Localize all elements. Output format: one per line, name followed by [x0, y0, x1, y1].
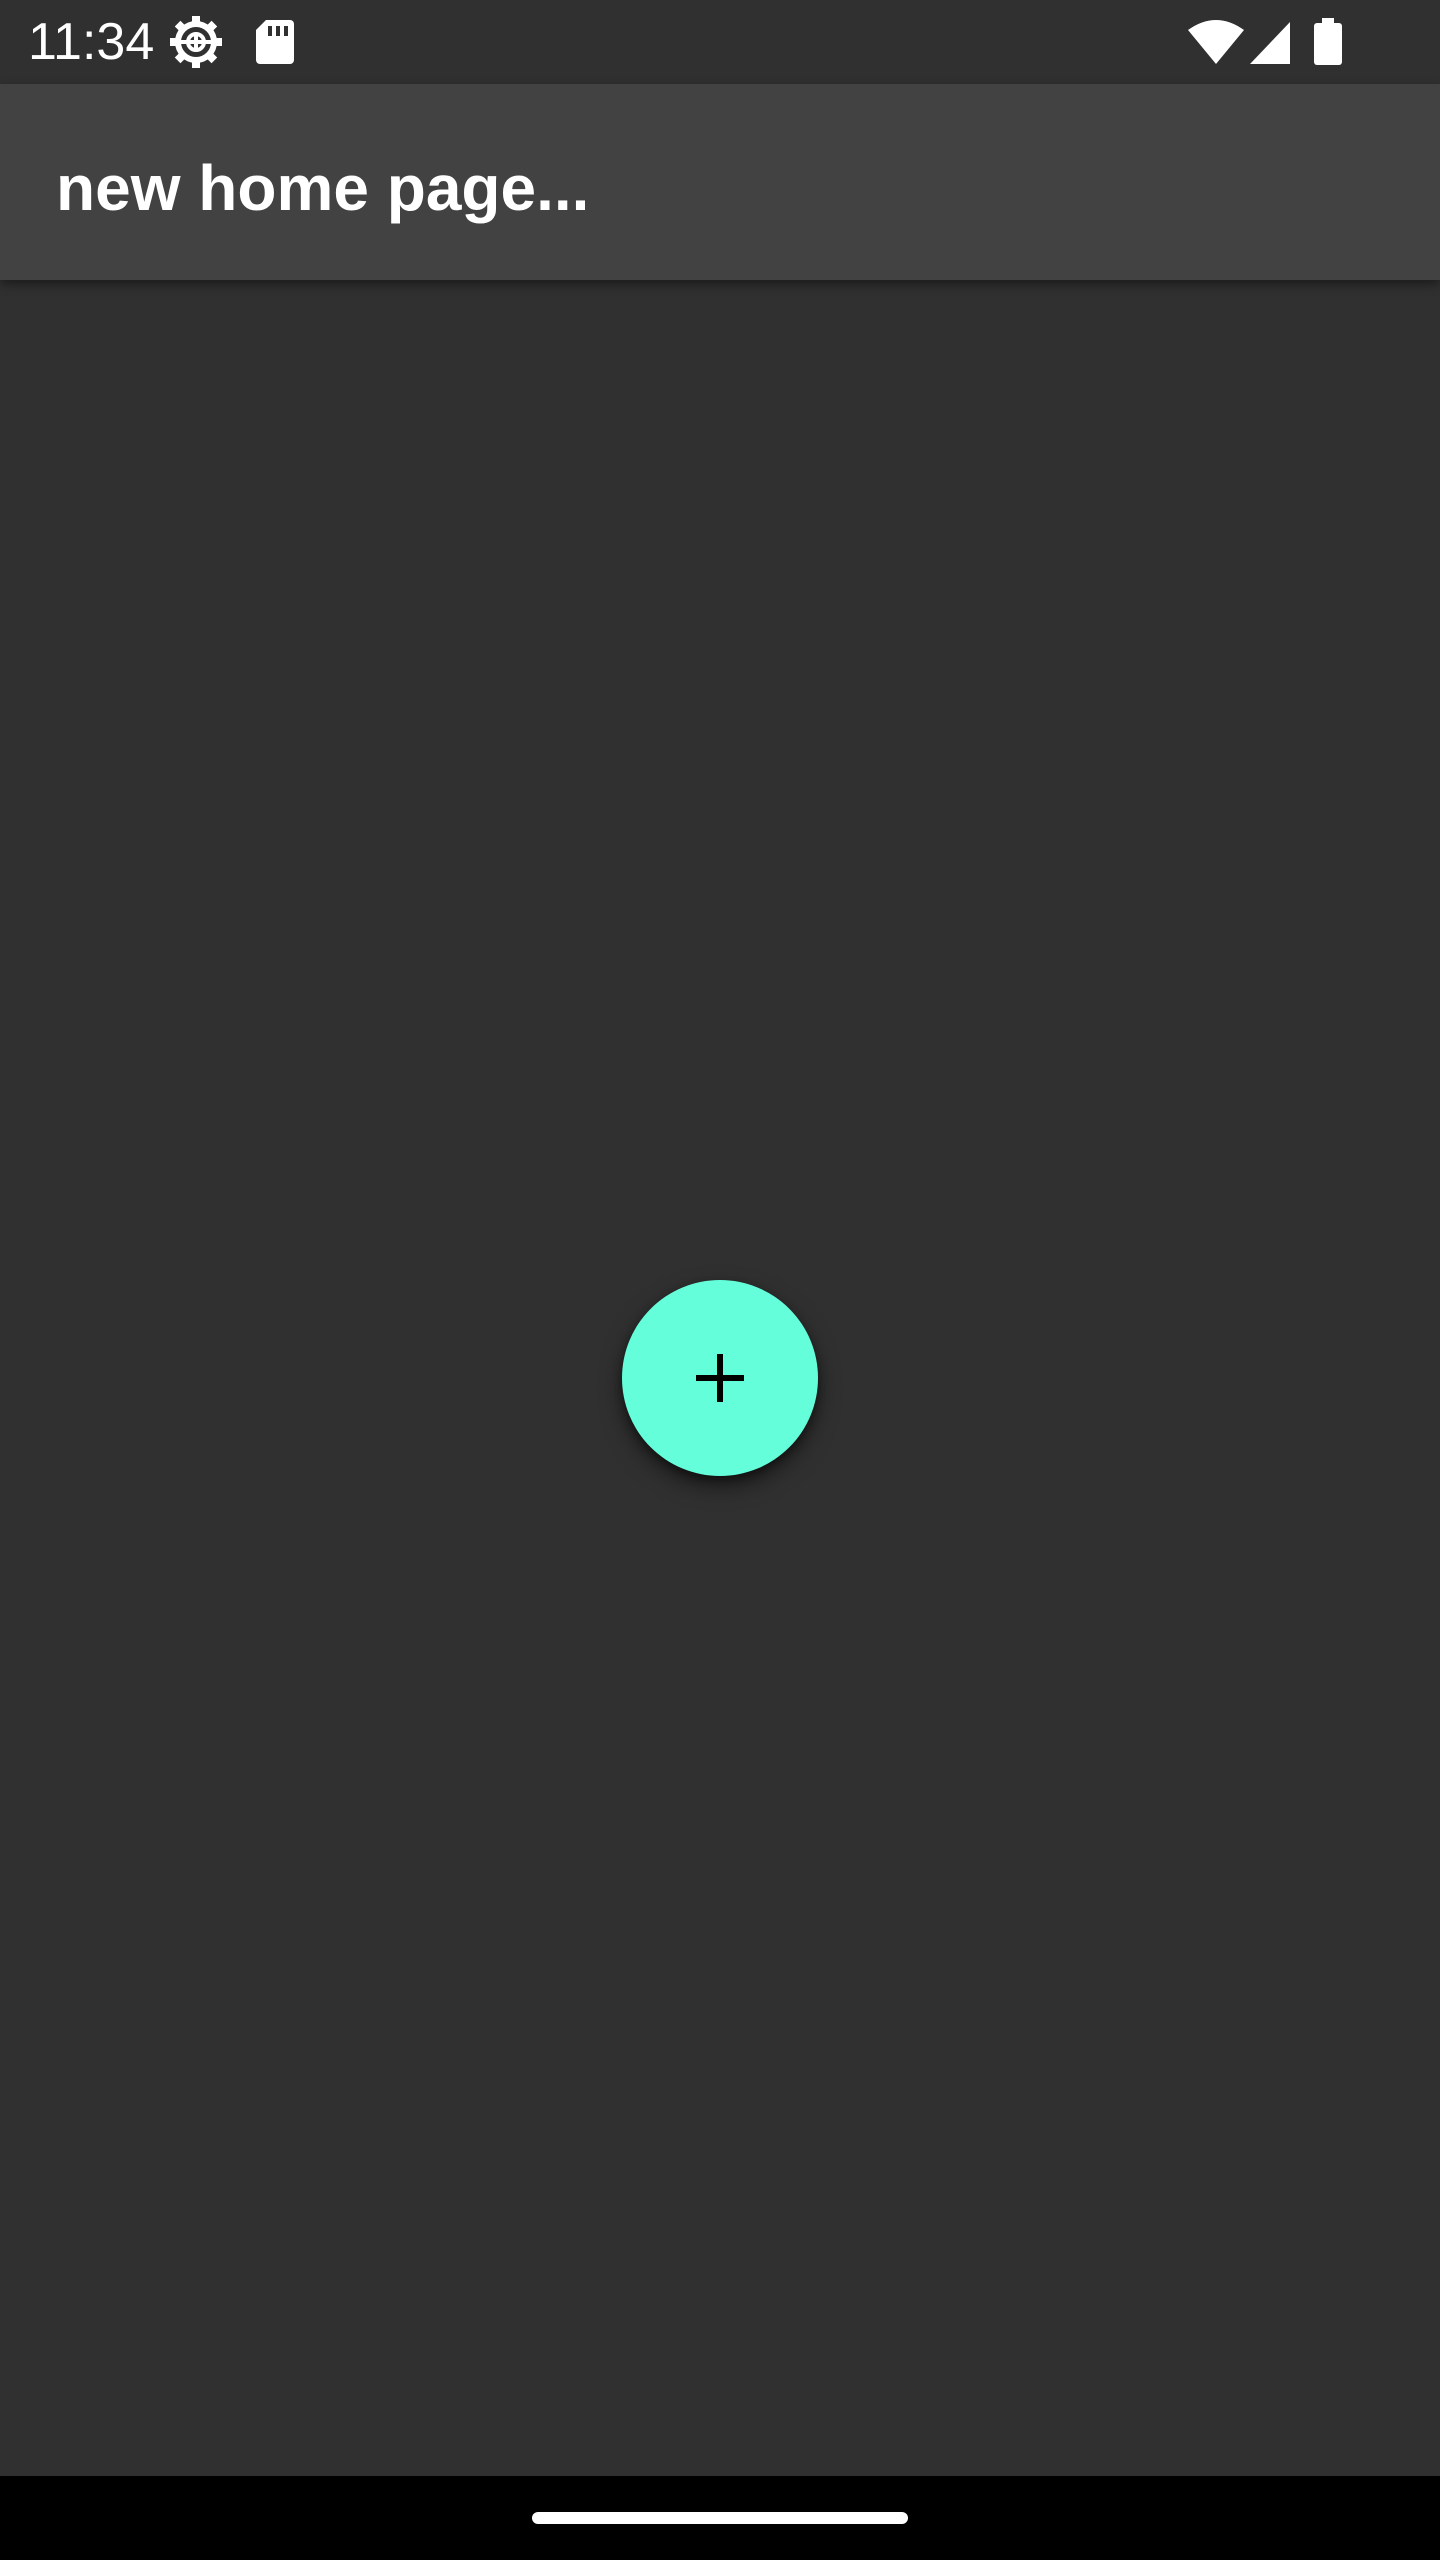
add-icon [692, 1350, 748, 1406]
page-title: new home page... [56, 152, 590, 224]
status-time: 11:34 [28, 13, 155, 71]
sd-card-icon [252, 14, 296, 70]
cell-signal-icon [1248, 14, 1292, 70]
status-bar: 11:34 [0, 0, 1440, 84]
screen: 11:34 new home page... [0, 0, 1440, 2560]
add-button[interactable] [622, 1280, 818, 1476]
home-gesture-handle[interactable] [532, 2512, 908, 2524]
wifi-icon [1186, 14, 1246, 70]
battery-icon [1312, 14, 1344, 70]
navigation-bar [0, 2476, 1440, 2560]
app-bar: new home page... [0, 84, 1440, 280]
gear-icon [168, 14, 224, 70]
